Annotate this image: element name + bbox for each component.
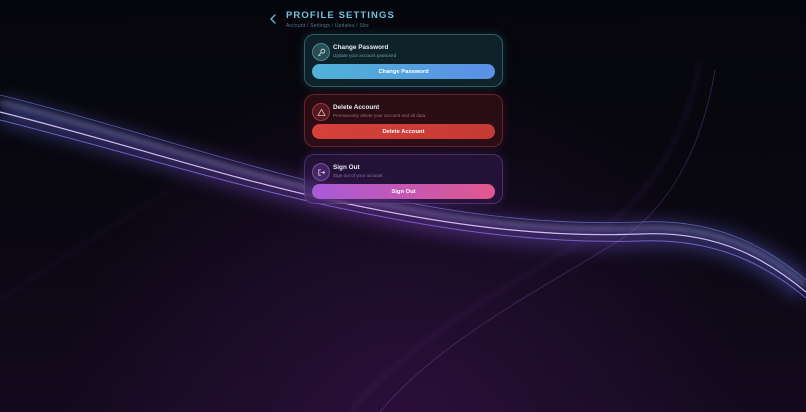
sign-out-button[interactable]: Sign Out xyxy=(312,184,495,199)
sign-out-subtitle: Sign out of your account xyxy=(333,173,383,178)
delete-account-title: Delete Account xyxy=(333,104,380,111)
back-button[interactable] xyxy=(268,13,280,27)
delete-account-subtitle: Permanently delete your account and all … xyxy=(333,113,426,118)
key-icon xyxy=(312,43,330,61)
sign-out-icon xyxy=(312,163,330,181)
breadcrumb: Account / Settings / Updates / Site xyxy=(286,23,369,29)
change-password-card: Change Password Update your account pass… xyxy=(304,34,503,87)
sign-out-title: Sign Out xyxy=(333,164,360,171)
chevron-left-icon xyxy=(270,14,276,24)
app-screen: PROFILE SETTINGS Account / Settings / Up… xyxy=(0,0,806,412)
change-password-title: Change Password xyxy=(333,44,389,51)
warning-triangle-icon xyxy=(312,103,330,121)
page-title: PROFILE SETTINGS xyxy=(286,10,395,21)
page-header: PROFILE SETTINGS Account / Settings / Up… xyxy=(268,9,395,29)
header-text: PROFILE SETTINGS Account / Settings / Up… xyxy=(286,9,395,29)
change-password-subtitle: Update your account password xyxy=(333,53,397,58)
sign-out-card: Sign Out Sign out of your account Sign O… xyxy=(304,154,503,204)
delete-account-card: Delete Account Permanently delete your a… xyxy=(304,94,503,147)
change-password-button[interactable]: Change Password xyxy=(312,64,495,79)
delete-account-button[interactable]: Delete Account xyxy=(312,124,495,139)
